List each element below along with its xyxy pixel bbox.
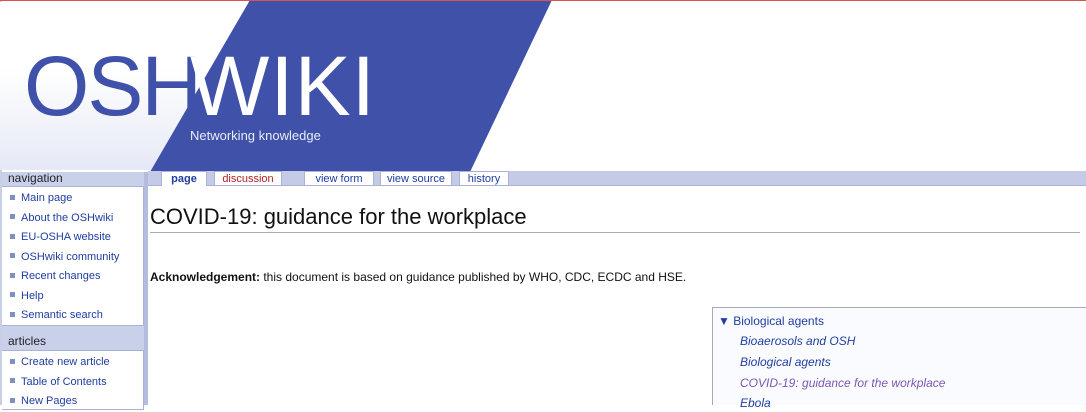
bullet-icon: [10, 311, 15, 317]
navbox-link-bioaerosols[interactable]: Bioaerosols and OSH: [740, 334, 855, 348]
logo-wiki-text: WIKI: [190, 39, 376, 133]
sidebar-item-new-pages[interactable]: New Pages: [10, 392, 143, 412]
articles-portlet: Create new article Table of Contents New…: [2, 350, 144, 410]
sidebar-item-main-page[interactable]: Main page: [10, 189, 143, 209]
navigation-portlet: Main page About the OSHwiki EU-OSHA webs…: [2, 186, 144, 326]
tab-bar: [148, 171, 1086, 186]
navigation-portlet-title: navigation: [8, 171, 63, 185]
bullet-icon: [10, 214, 15, 220]
acknowledgement-body: this document is based on guidance publi…: [260, 270, 687, 284]
tab-view-source[interactable]: view source: [380, 171, 452, 185]
bullet-icon: [10, 194, 15, 200]
navbox-link-ebola[interactable]: Ebola: [740, 396, 771, 410]
sidebar-item-community[interactable]: OSHwiki community: [10, 248, 143, 268]
page-top-border: [0, 0, 1086, 1]
navbox-heading-biological-agents[interactable]: ▼ Biological agents: [718, 314, 824, 328]
sidebar-item-eu-osha[interactable]: EU-OSHA website: [10, 228, 143, 248]
sidebar-item-table-of-contents[interactable]: Table of Contents: [10, 373, 143, 393]
bullet-icon: [10, 272, 15, 278]
bullet-icon: [10, 397, 15, 403]
bullet-icon: [10, 233, 15, 239]
sidebar-item-create-article[interactable]: Create new article: [10, 353, 143, 373]
tab-view-form[interactable]: view form: [304, 171, 374, 185]
bullet-icon: [10, 358, 15, 364]
logo-tagline: Networking knowledge: [190, 128, 321, 143]
sidebar-item-about[interactable]: About the OSHwiki: [10, 209, 143, 229]
tab-history[interactable]: history: [459, 171, 509, 185]
tab-discussion[interactable]: discussion: [214, 171, 282, 185]
sidebar-item-help[interactable]: Help: [10, 287, 143, 307]
bullet-icon: [10, 378, 15, 384]
tab-page[interactable]: page: [161, 171, 207, 187]
page-title: COVID-19: guidance for the workplace: [150, 204, 527, 229]
navbox-link-covid-19[interactable]: COVID-19: guidance for the workplace: [740, 376, 945, 390]
sidebar-item-recent-changes[interactable]: Recent changes: [10, 267, 143, 287]
title-divider: [150, 232, 1080, 233]
logo-osh-text: OSH: [24, 39, 202, 133]
sidebar-item-semantic-search[interactable]: Semantic search: [10, 306, 143, 326]
articles-portlet-title: articles: [8, 334, 47, 348]
acknowledgement-text: Acknowledgement: this document is based …: [150, 270, 686, 284]
navbox-link-biological-agents[interactable]: Biological agents: [740, 355, 831, 369]
bullet-icon: [10, 292, 15, 298]
bullet-icon: [10, 253, 15, 259]
acknowledgement-label: Acknowledgement:: [150, 270, 261, 284]
